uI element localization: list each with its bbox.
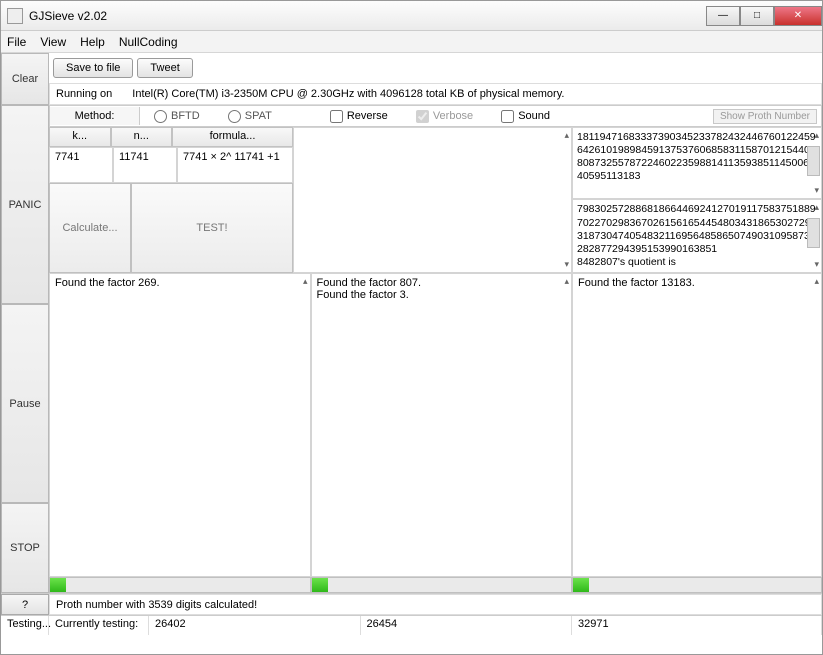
method-label: Method: bbox=[50, 107, 140, 125]
progress-bar-2 bbox=[311, 577, 573, 593]
checkbox-verbose[interactable]: Verbose bbox=[416, 110, 473, 123]
footer-val-1: 26402 bbox=[149, 616, 361, 635]
table-row: 7741 11741 7741 × 2^ 11741 +1 bbox=[49, 147, 293, 183]
factor-pane-3[interactable]: Found the factor 13183. ▴ bbox=[572, 273, 822, 577]
progress-bar-3 bbox=[572, 577, 822, 593]
window-title: GJSieve v2.02 bbox=[29, 9, 107, 23]
side-column: Clear PANIC Pause STOP bbox=[1, 53, 49, 593]
table-header: k... n... formula... bbox=[49, 127, 293, 147]
test-button[interactable]: TEST! bbox=[131, 183, 293, 273]
menu-nullcoding[interactable]: NullCoding bbox=[119, 35, 178, 49]
cell-n[interactable]: 11741 bbox=[113, 147, 177, 183]
scrollbar-thumb[interactable] bbox=[807, 218, 820, 248]
scroll-up-icon[interactable]: ▴ bbox=[814, 202, 819, 213]
cell-formula[interactable]: 7741 × 2^ 11741 +1 bbox=[177, 147, 293, 183]
cell-k[interactable]: 7741 bbox=[49, 147, 113, 183]
footer: Testing... Currently testing: 26402 2645… bbox=[1, 615, 822, 635]
menu-view[interactable]: View bbox=[40, 35, 66, 49]
save-to-file-button[interactable]: Save to file bbox=[53, 58, 133, 78]
factor-pane-2[interactable]: Found the factor 807. Found the factor 3… bbox=[311, 273, 573, 577]
footer-testing: Testing... bbox=[1, 616, 49, 635]
maximize-button[interactable]: □ bbox=[740, 6, 774, 26]
checkbox-reverse[interactable]: Reverse bbox=[330, 110, 388, 123]
system-info: Running on Intel(R) Core(TM) i3-2350M CP… bbox=[49, 83, 822, 105]
show-proth-button[interactable]: Show Proth Number bbox=[713, 109, 817, 124]
number-output-1[interactable]: 1811947168333739034523378243244676012245… bbox=[572, 127, 822, 199]
col-formula-header[interactable]: formula... bbox=[172, 127, 293, 147]
footer-currently: Currently testing: bbox=[49, 616, 149, 635]
panic-button[interactable]: PANIC bbox=[1, 105, 49, 304]
running-on-label: Running on bbox=[56, 88, 112, 100]
progress-row bbox=[49, 577, 822, 593]
checkbox-sound[interactable]: Sound bbox=[501, 110, 550, 123]
status-text: Proth number with 3539 digits calculated… bbox=[49, 594, 822, 615]
minimize-button[interactable]: — bbox=[706, 6, 740, 26]
pause-button[interactable]: Pause bbox=[1, 304, 49, 503]
scroll-up-icon[interactable]: ▴ bbox=[814, 276, 819, 287]
footer-val-3: 32971 bbox=[572, 616, 822, 635]
scroll-down-icon[interactable]: ▾ bbox=[814, 185, 819, 196]
stop-button[interactable]: STOP bbox=[1, 503, 49, 593]
method-row: Method: BFTD SPAT Reverse Verbose Sound … bbox=[49, 105, 822, 127]
calculate-button[interactable]: Calculate... bbox=[49, 183, 131, 273]
radio-spat[interactable]: SPAT bbox=[228, 110, 272, 123]
number-output-2[interactable]: 7983025728868186644692412701911758375188… bbox=[572, 199, 822, 273]
scroll-up-icon[interactable]: ▴ bbox=[564, 130, 569, 141]
menubar: File View Help NullCoding bbox=[1, 31, 822, 53]
progress-bar-1 bbox=[49, 577, 311, 593]
close-button[interactable]: ✕ bbox=[774, 6, 822, 26]
help-button[interactable]: ? bbox=[1, 594, 49, 615]
menu-file[interactable]: File bbox=[7, 35, 26, 49]
app-icon bbox=[7, 8, 23, 24]
tweet-button[interactable]: Tweet bbox=[137, 58, 192, 78]
footer-val-2: 26454 bbox=[361, 616, 573, 635]
scroll-down-icon[interactable]: ▾ bbox=[564, 259, 569, 270]
scroll-up-icon[interactable]: ▴ bbox=[564, 276, 569, 287]
col-n-header[interactable]: n... bbox=[111, 127, 173, 147]
scroll-up-icon[interactable]: ▴ bbox=[814, 130, 819, 141]
col-k-header[interactable]: k... bbox=[49, 127, 111, 147]
clear-button[interactable]: Clear bbox=[1, 53, 49, 105]
scroll-down-icon[interactable]: ▾ bbox=[814, 259, 819, 270]
menu-help[interactable]: Help bbox=[80, 35, 105, 49]
titlebar: GJSieve v2.02 — □ ✕ bbox=[1, 1, 822, 31]
factor-pane-1[interactable]: Found the factor 269. ▴ bbox=[49, 273, 311, 577]
middle-pane-top[interactable]: ▴ ▾ bbox=[293, 127, 572, 273]
scrollbar-thumb[interactable] bbox=[807, 146, 820, 176]
window-controls: — □ ✕ bbox=[706, 6, 822, 26]
cpu-info: Intel(R) Core(TM) i3-2350M CPU @ 2.30GHz… bbox=[132, 88, 564, 100]
radio-bftd[interactable]: BFTD bbox=[154, 110, 200, 123]
scroll-up-icon[interactable]: ▴ bbox=[303, 276, 308, 287]
